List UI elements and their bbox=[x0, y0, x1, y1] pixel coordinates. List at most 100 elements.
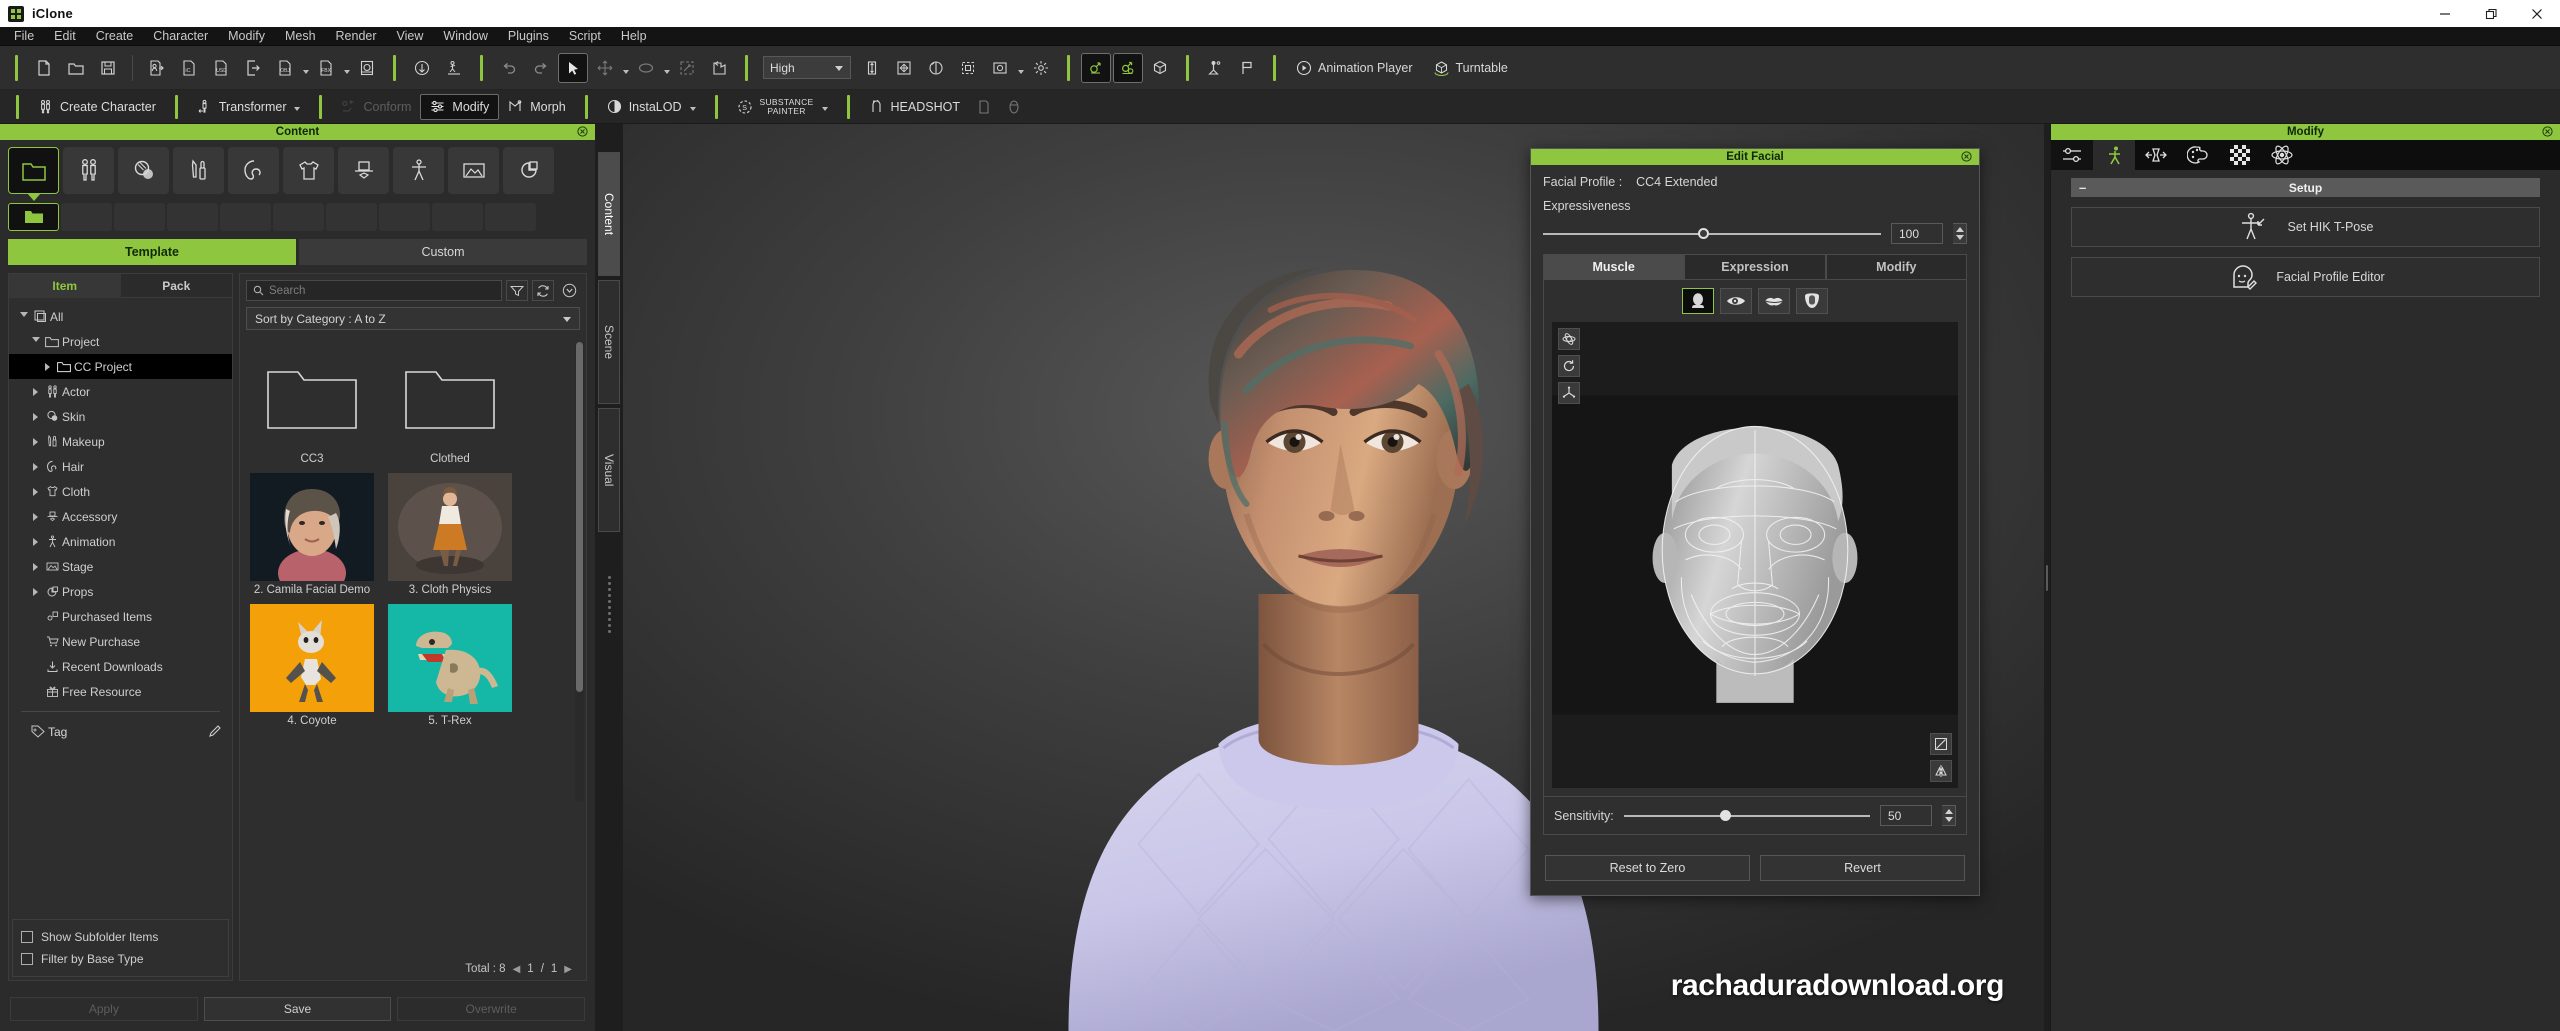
edit-pencil-icon[interactable] bbox=[208, 724, 222, 741]
next-page-button[interactable]: ▶ bbox=[564, 964, 572, 975]
menu-view[interactable]: View bbox=[387, 27, 434, 46]
expressiveness-stepper[interactable] bbox=[1953, 223, 1967, 244]
sidebar-tab-content[interactable]: Content bbox=[598, 152, 620, 276]
save-button[interactable]: Save bbox=[203, 997, 392, 1021]
cloth-icon[interactable] bbox=[283, 147, 334, 194]
tree-item-free-resource[interactable]: Free Resource bbox=[9, 679, 232, 704]
transform-tab-icon[interactable] bbox=[2135, 140, 2177, 170]
close-icon[interactable] bbox=[1960, 150, 1973, 163]
accessory-icon[interactable] bbox=[338, 147, 389, 194]
slider-knob[interactable] bbox=[1698, 228, 1710, 239]
export-icon[interactable] bbox=[238, 53, 268, 83]
menu-edit[interactable]: Edit bbox=[44, 27, 86, 46]
flag-icon[interactable] bbox=[1232, 53, 1262, 83]
paint-mask-icon[interactable] bbox=[1930, 733, 1952, 755]
tree-item-new-purchase[interactable]: New Purchase bbox=[9, 629, 232, 654]
chevron-down-icon[interactable] bbox=[664, 69, 670, 74]
export-obj-icon[interactable]: OBJ bbox=[270, 53, 300, 83]
orbit-icon[interactable] bbox=[1558, 328, 1580, 350]
headshot-button[interactable]: HEADSHOT bbox=[860, 94, 969, 120]
cube-group-icon[interactable] bbox=[1145, 53, 1175, 83]
snapshot-icon[interactable] bbox=[985, 53, 1015, 83]
subcategory-slot-5[interactable] bbox=[220, 203, 271, 231]
open-project-icon[interactable] bbox=[61, 53, 91, 83]
tree-item-makeup[interactable]: Makeup bbox=[9, 429, 232, 454]
tab-template[interactable]: Template bbox=[8, 239, 296, 265]
search-box[interactable] bbox=[246, 280, 502, 301]
facial-mesh-viewport[interactable] bbox=[1552, 322, 1958, 788]
facial-profile-editor-button[interactable]: Facial Profile Editor bbox=[2071, 257, 2540, 297]
filter-by-base-type-row[interactable]: Filter by Base Type bbox=[21, 948, 220, 970]
menu-file[interactable]: File bbox=[4, 27, 44, 46]
sensitivity-value-field[interactable]: 50 bbox=[1880, 805, 1932, 826]
menu-window[interactable]: Window bbox=[433, 27, 497, 46]
mirror-icon[interactable] bbox=[1930, 760, 1952, 782]
headshot-option-b-icon[interactable] bbox=[999, 92, 1029, 122]
menu-help[interactable]: Help bbox=[611, 27, 657, 46]
subcategory-slot-7[interactable] bbox=[326, 203, 377, 231]
tree-item-all[interactable]: All bbox=[9, 304, 232, 329]
stepper-up-icon[interactable] bbox=[1955, 227, 1964, 232]
transformer-button[interactable]: Transformer bbox=[188, 94, 310, 120]
expressiveness-value-field[interactable]: 100 bbox=[1891, 223, 1943, 244]
tree-item-stage[interactable]: Stage bbox=[9, 554, 232, 579]
subcategory-slot-8[interactable] bbox=[379, 203, 430, 231]
maximize-button[interactable] bbox=[2468, 0, 2514, 27]
import-iclone-icon[interactable]: iC bbox=[174, 53, 204, 83]
refresh-icon[interactable] bbox=[532, 280, 554, 301]
sensitivity-stepper[interactable] bbox=[1942, 805, 1956, 826]
show-subfolder-items-row[interactable]: Show Subfolder Items bbox=[21, 926, 220, 948]
load-motion-icon[interactable] bbox=[407, 53, 437, 83]
apply-button[interactable]: Apply bbox=[10, 997, 198, 1021]
tree-item-animation[interactable]: Animation bbox=[9, 529, 232, 554]
subcategory-slot-10[interactable] bbox=[485, 203, 536, 231]
light-icon[interactable] bbox=[1026, 53, 1056, 83]
move-tool-icon[interactable] bbox=[590, 53, 620, 83]
animation-player-button[interactable]: Animation Player bbox=[1287, 53, 1422, 83]
menu-create[interactable]: Create bbox=[86, 27, 144, 46]
scale-tool-icon[interactable] bbox=[672, 53, 702, 83]
texture-tab-icon[interactable] bbox=[2219, 140, 2261, 170]
tag-row[interactable]: Tag bbox=[9, 719, 232, 744]
material-tab-icon[interactable] bbox=[2177, 140, 2219, 170]
close-icon[interactable] bbox=[576, 125, 589, 138]
tab-muscle[interactable]: Muscle bbox=[1543, 254, 1685, 279]
tree-item-props[interactable]: Props bbox=[9, 579, 232, 604]
conform-button[interactable]: Conform bbox=[332, 94, 420, 120]
import-usd-icon[interactable]: USD bbox=[206, 53, 236, 83]
tab-item[interactable]: Item bbox=[9, 274, 121, 298]
project-folder-icon[interactable] bbox=[8, 147, 59, 194]
create-character-button[interactable]: Create Character bbox=[29, 94, 165, 120]
revert-button[interactable]: Revert bbox=[1760, 855, 1965, 881]
minimize-button[interactable] bbox=[2422, 0, 2468, 27]
menu-render[interactable]: Render bbox=[326, 27, 387, 46]
animation-icon[interactable] bbox=[393, 147, 444, 194]
stepper-down-icon[interactable] bbox=[1944, 817, 1953, 822]
modify-button[interactable]: Modify bbox=[420, 93, 500, 120]
chevron-down-icon[interactable] bbox=[303, 69, 309, 74]
menu-character[interactable]: Character bbox=[143, 27, 218, 46]
stepper-down-icon[interactable] bbox=[1955, 235, 1964, 240]
mouth-region-icon[interactable] bbox=[1758, 288, 1790, 314]
save-project-icon[interactable] bbox=[93, 53, 123, 83]
subcategory-slot-2[interactable] bbox=[61, 203, 112, 231]
setup-section-header[interactable]: – Setup bbox=[2071, 178, 2540, 197]
physics-tab-icon[interactable] bbox=[2261, 140, 2303, 170]
list-item[interactable]: 4. Coyote bbox=[250, 604, 374, 727]
panel-resize-handle[interactable] bbox=[607, 576, 611, 633]
tongue-region-icon[interactable] bbox=[1796, 288, 1828, 314]
turntable-button[interactable]: Turntable bbox=[1424, 53, 1517, 83]
head-region-icon[interactable] bbox=[1682, 288, 1714, 314]
import-character-icon[interactable] bbox=[142, 53, 172, 83]
subcategory-slot-6[interactable] bbox=[273, 203, 324, 231]
list-item[interactable]: CC3 bbox=[250, 342, 374, 465]
rotate-tool-icon[interactable] bbox=[631, 53, 661, 83]
subcategory-slot-9[interactable] bbox=[432, 203, 483, 231]
tree-item-skin[interactable]: Skin bbox=[9, 404, 232, 429]
slider-knob[interactable] bbox=[1719, 810, 1731, 821]
eye-region-icon[interactable] bbox=[1720, 288, 1752, 314]
tree-item-actor[interactable]: Actor bbox=[9, 379, 232, 404]
menu-script[interactable]: Script bbox=[559, 27, 611, 46]
filter-icon[interactable] bbox=[506, 280, 528, 301]
show-subfolder-items-checkbox[interactable] bbox=[21, 931, 33, 943]
